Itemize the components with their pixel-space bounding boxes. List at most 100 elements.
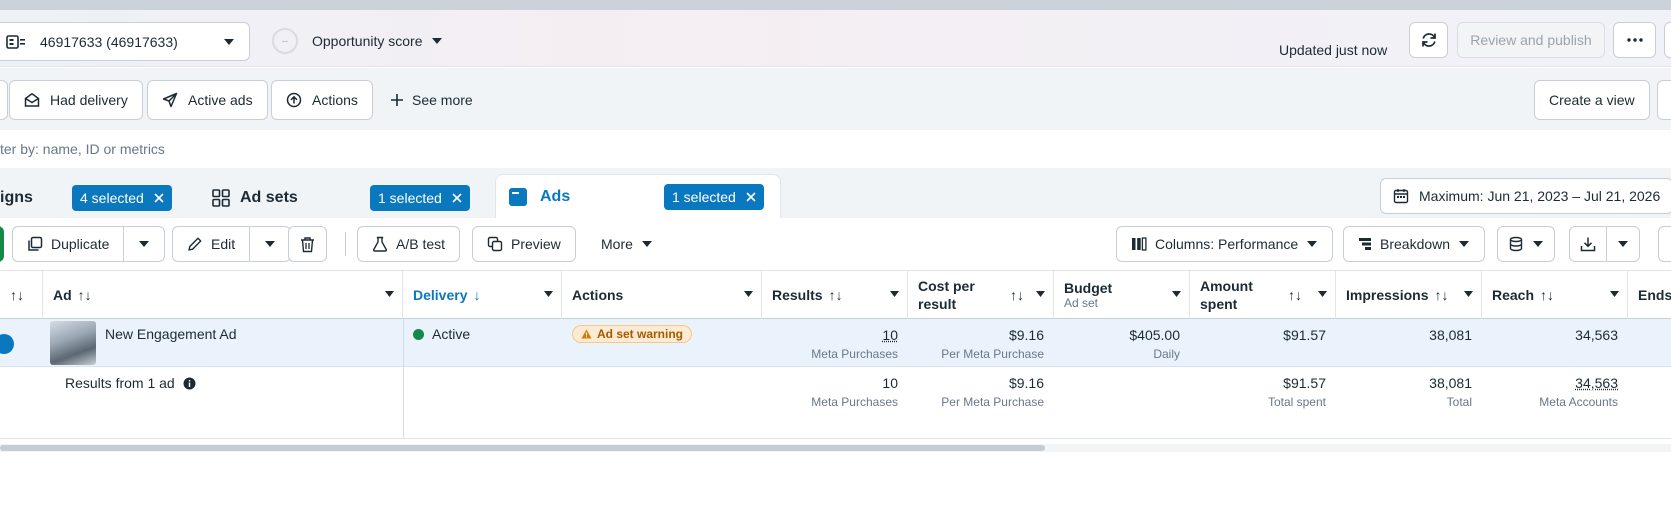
- sort-icon: ↑↓: [829, 287, 843, 303]
- cost-cell: $9.16 Per Meta Purchase: [908, 319, 1054, 366]
- impressions-value: 38,081: [1429, 327, 1472, 343]
- reports-button[interactable]: [1497, 226, 1555, 262]
- see-more-button[interactable]: See more: [390, 92, 473, 108]
- scrollbar-thumb[interactable]: [0, 445, 1045, 451]
- header-label: Cost per result: [918, 277, 998, 313]
- more-button[interactable]: More: [586, 226, 668, 262]
- campaigns-selected-badge[interactable]: 4 selected: [72, 185, 172, 211]
- duplicate-dropdown[interactable]: [123, 227, 164, 261]
- review-and-publish-button[interactable]: Review and publish: [1457, 22, 1605, 58]
- chevron-down-icon: [1306, 240, 1318, 248]
- header-budget[interactable]: Budget Ad set: [1054, 271, 1190, 319]
- impressions-cell: 38,081: [1336, 319, 1482, 366]
- budget-cell[interactable]: $405.00 Daily: [1054, 319, 1190, 366]
- view-edge-button[interactable]: [1657, 80, 1671, 120]
- column-divider: [403, 367, 404, 438]
- caret-down-icon: [544, 291, 553, 297]
- create-view-button[interactable]: Create a view: [1534, 80, 1650, 120]
- export-dropdown[interactable]: [1606, 227, 1639, 261]
- trash-icon: [300, 236, 315, 253]
- more-options-button[interactable]: [1613, 22, 1656, 58]
- columns-button[interactable]: Columns: Performance: [1116, 226, 1333, 262]
- caret-down-icon: [1610, 291, 1619, 297]
- filter-chip-label: Active ads: [188, 92, 253, 108]
- duplicate-label: Duplicate: [51, 236, 109, 252]
- account-selector[interactable]: 46917633 (46917633): [0, 22, 250, 61]
- header-actions[interactable]: Actions: [562, 271, 762, 319]
- filter-chip-had-delivery[interactable]: Had delivery: [9, 80, 143, 120]
- ad-name[interactable]: New Engagement Ad: [95, 319, 395, 366]
- table-row[interactable]: New Engagement Ad Active Ad set warning …: [0, 319, 1671, 367]
- close-icon[interactable]: [154, 193, 164, 203]
- sort-icon: ↑↓: [78, 287, 92, 303]
- header-amount-spent[interactable]: Amount spent ↑↓: [1190, 271, 1336, 319]
- date-range-picker[interactable]: Maximum: Jun 21, 2023 – Jul 21, 2026: [1380, 178, 1671, 214]
- row-toggle[interactable]: [0, 334, 14, 354]
- amount-spent-cell: $91.57: [1190, 319, 1336, 366]
- search-input[interactable]: [0, 130, 900, 168]
- create-button-edge[interactable]: [0, 226, 4, 262]
- edit-button-group: Edit: [172, 226, 291, 262]
- edit-dropdown[interactable]: [249, 227, 290, 261]
- ads-icon: [508, 187, 528, 207]
- more-label: More: [601, 236, 633, 252]
- ab-test-button[interactable]: A/B test: [357, 226, 460, 262]
- tab-label: Ad sets: [240, 189, 298, 207]
- header-label: Impressions: [1346, 287, 1428, 303]
- columns-label: Columns: Performance: [1155, 236, 1298, 252]
- budget-sub: Daily: [1064, 347, 1180, 361]
- toolbar-edge-button[interactable]: [1658, 226, 1671, 262]
- chevron-down-icon: [1458, 240, 1470, 248]
- close-icon[interactable]: [452, 193, 462, 203]
- badge-label: 1 selected: [378, 190, 442, 206]
- header-label: Results: [772, 287, 823, 303]
- tab-ads[interactable]: Ads 1 selected: [495, 174, 781, 218]
- toolbar-divider: [345, 232, 346, 256]
- caret-down-icon: [1464, 291, 1473, 297]
- filter-chip-edge[interactable]: [0, 80, 8, 120]
- sort-icon: ↑↓: [1540, 287, 1554, 303]
- ad-set-warning-badge[interactable]: Ad set warning: [572, 325, 692, 343]
- header-sort-stub[interactable]: ↑↓: [0, 271, 43, 319]
- chevron-down-icon: [264, 240, 276, 248]
- calendar-icon: [1393, 188, 1409, 204]
- header-edge-button[interactable]: [1664, 22, 1671, 58]
- duplicate-button[interactable]: Duplicate: [13, 227, 123, 261]
- preview-button[interactable]: Preview: [472, 226, 576, 262]
- close-icon[interactable]: [746, 192, 756, 202]
- refresh-button[interactable]: [1409, 22, 1448, 58]
- totals-label-cell: Results from 1 ad: [55, 367, 395, 438]
- header-impressions[interactable]: Impressions ↑↓: [1336, 271, 1482, 319]
- export-button[interactable]: [1570, 227, 1606, 261]
- caret-down-icon: [890, 291, 899, 297]
- export-button-group: [1569, 226, 1640, 262]
- totals-reach-value[interactable]: 34,563: [1575, 375, 1618, 391]
- opportunity-score[interactable]: -- Opportunity score: [272, 28, 443, 54]
- header-ends[interactable]: Ends: [1628, 271, 1671, 319]
- breakdown-button[interactable]: Breakdown: [1343, 226, 1485, 262]
- header-ad[interactable]: Ad ↑↓: [43, 271, 403, 319]
- totals-impressions-cell: 38,081 Total: [1336, 367, 1482, 438]
- delete-button[interactable]: [288, 226, 327, 262]
- header-results[interactable]: Results ↑↓: [762, 271, 908, 319]
- totals-spent-cell: $91.57 Total spent: [1190, 367, 1336, 438]
- info-icon[interactable]: [183, 377, 196, 390]
- results-value[interactable]: 10: [882, 327, 898, 343]
- duplicate-icon: [27, 236, 43, 252]
- tab-campaigns[interactable]: igns 4 selected: [0, 178, 190, 218]
- header-cost-per-result[interactable]: Cost per result ↑↓: [908, 271, 1054, 319]
- ad-sets-selected-badge[interactable]: 1 selected: [370, 185, 470, 211]
- header-delivery[interactable]: Delivery ↓: [403, 271, 562, 319]
- ab-test-label: A/B test: [396, 236, 445, 252]
- edit-button[interactable]: Edit: [173, 227, 249, 261]
- filter-chip-active-ads[interactable]: Active ads: [147, 80, 268, 120]
- chevron-down-icon: [1532, 240, 1544, 248]
- tab-ad-sets[interactable]: Ad sets 1 selected: [200, 178, 485, 218]
- horizontal-scrollbar[interactable]: [0, 444, 1671, 452]
- filter-chip-actions[interactable]: Actions: [271, 80, 373, 120]
- caret-down-icon: [1318, 291, 1327, 297]
- ads-selected-badge[interactable]: 1 selected: [664, 184, 764, 210]
- totals-spent-sub: Total spent: [1200, 395, 1326, 409]
- header-reach[interactable]: Reach ↑↓: [1482, 271, 1628, 319]
- chevron-down-icon: [138, 240, 150, 248]
